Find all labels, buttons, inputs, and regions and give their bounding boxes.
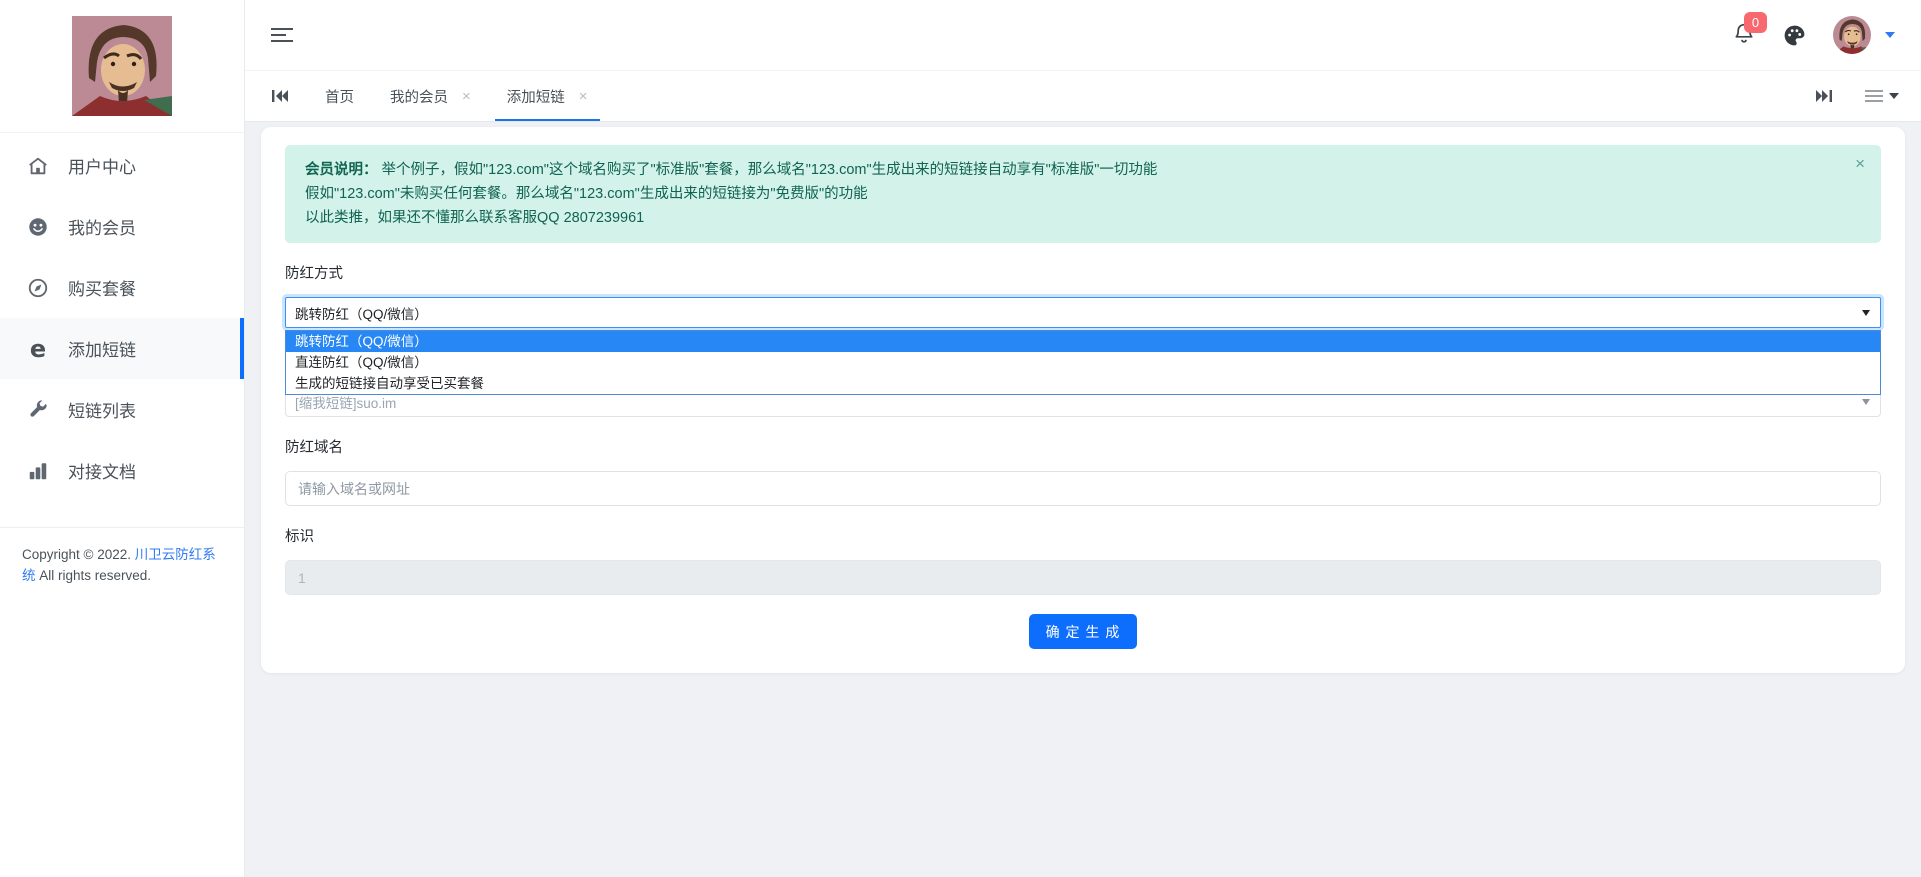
tabs-scroll-start-icon[interactable] [267,71,293,121]
chevron-down-icon [1889,93,1899,99]
sidebar-item-label: 短链列表 [68,397,136,422]
sidebar-item-shortlink-list[interactable]: 短链列表 [0,379,244,440]
notification-badge: 0 [1744,12,1767,33]
identifier-input [285,560,1881,595]
add-shortlink-card: 会员说明： 举个例子，假如"123.com"这个域名购买了"标准版"套餐，那么域… [261,127,1905,673]
sidebar-item-buy-package[interactable]: 购买套餐 [0,257,244,318]
dropdown-option[interactable]: 跳转防红（QQ/微信） [286,331,1880,352]
notification-bell-icon[interactable]: 0 [1732,21,1756,50]
tab-label: 我的会员 [390,86,448,107]
sidebar-item-my-member[interactable]: 我的会员 [0,196,244,257]
sidebar-avatar-block [0,0,244,133]
sidebar-item-label: 添加短链 [68,336,136,361]
sidebar-item-label: 对接文档 [68,458,136,483]
face-icon [26,215,50,239]
method-select-value: 跳转防红（QQ/微信） [295,303,428,323]
method-form-group: 防红方式 跳转防红（QQ/微信） 跳转防红（QQ/微信） 直连防红（QQ/微信）… [285,262,1881,328]
tab-options-menu[interactable] [1865,87,1899,105]
select-caret-icon [1862,399,1870,405]
domain-label: 防红域名 [285,436,1881,457]
sidebar-item-label: 购买套餐 [68,275,136,300]
sidebar-item-label: 用户中心 [68,153,136,178]
alert-line-3: 以此类推，如果还不懂那么联系客服QQ 2807239961 [305,206,1861,230]
content-area: 会员说明： 举个例子，假如"123.com"这个域名购买了"标准版"套餐，那么域… [245,122,1921,877]
tab-label: 添加短链 [507,86,565,107]
user-avatar[interactable] [1833,16,1871,54]
identifier-label: 标识 [285,525,1881,546]
close-icon[interactable]: × [462,89,471,104]
dropdown-option[interactable]: 直连防红（QQ/微信） [286,352,1880,373]
alert-title: 会员说明： [305,162,378,178]
domain-form-group: 防红域名 [285,436,1881,506]
domain-input[interactable] [285,471,1881,506]
list-icon [1865,87,1883,105]
select-caret-icon [1862,310,1870,316]
alert-close-icon[interactable]: × [1855,155,1865,172]
chevron-down-icon [1885,32,1895,38]
copyright: Copyright © 2022. 川卫云防红系统 All rights res… [0,527,244,604]
sidebar-toggle-icon[interactable] [271,24,293,46]
tab-my-member[interactable]: 我的会员 × [372,71,489,121]
tab-home[interactable]: 首页 [307,71,372,121]
theme-palette-icon[interactable] [1782,23,1807,48]
sidebar-item-label: 我的会员 [68,214,136,239]
method-select[interactable]: 跳转防红（QQ/微信） [285,297,1881,328]
wrench-icon [26,398,50,422]
identifier-form-group: 标识 [285,525,1881,595]
close-icon[interactable]: × [579,89,588,104]
sidebar-item-user-center[interactable]: 用户中心 [0,135,244,196]
avatar [72,16,172,116]
sidebar: 用户中心 我的会员 购买套餐 e 添加短链 短链列表 [0,0,245,877]
tabbar: 首页 我的会员 × 添加短链 × [245,71,1921,122]
tabs-scroll-end-icon[interactable] [1811,88,1837,104]
tab-add-shortlink[interactable]: 添加短链 × [489,71,606,121]
generate-button[interactable]: 确 定 生 成 [1029,614,1138,649]
main-column: 0 首页 我的会员 × 添加短链 × [245,0,1921,877]
method-label: 防红方式 [285,262,1881,283]
alert-line-1: 会员说明： 举个例子，假如"123.com"这个域名购买了"标准版"套餐，那么域… [305,158,1861,182]
member-info-alert: 会员说明： 举个例子，假如"123.com"这个域名购买了"标准版"套餐，那么域… [285,145,1881,243]
chart-icon [26,459,50,483]
sidebar-item-add-shortlink[interactable]: e 添加短链 [0,318,244,379]
method-dropdown: 跳转防红（QQ/微信） 直连防红（QQ/微信） 生成的短链接自动享受已买套餐 [285,330,1881,395]
sidebar-item-api-docs[interactable]: 对接文档 [0,440,244,501]
alert-line-2: 假如"123.com"未购买任何套餐。那么域名"123.com"生成出来的短链接… [305,182,1861,206]
home-icon [26,154,50,178]
tab-list: 首页 我的会员 × 添加短链 × [307,71,606,121]
dropdown-option[interactable]: 生成的短链接自动享受已买套餐 [286,373,1880,394]
copyright-prefix: Copyright © 2022. [22,547,135,562]
topbar: 0 [245,0,1921,71]
user-menu[interactable] [1833,16,1895,54]
sidebar-menu: 用户中心 我的会员 购买套餐 e 添加短链 短链列表 [0,133,244,501]
edge-icon: e [26,337,50,361]
copyright-suffix: All rights reserved. [36,568,152,583]
tab-label: 首页 [325,86,354,107]
compass-icon [26,276,50,300]
